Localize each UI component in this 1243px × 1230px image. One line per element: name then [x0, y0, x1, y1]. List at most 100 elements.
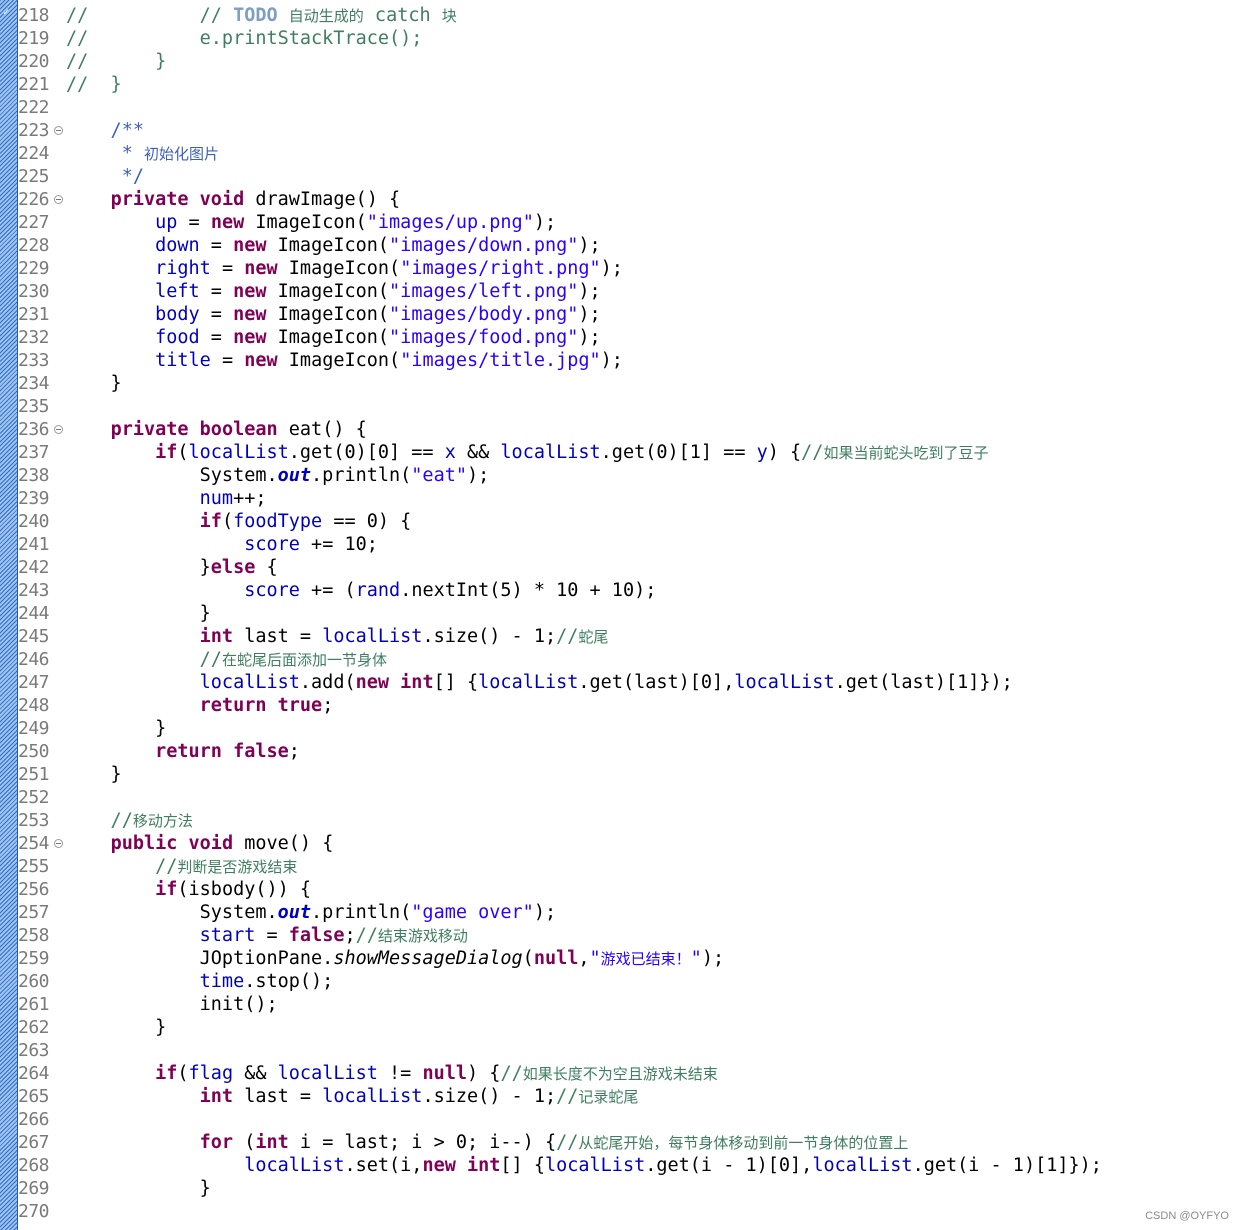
code-line[interactable]: 261 init();	[18, 993, 1243, 1016]
code-line[interactable]: 248 return true;	[18, 694, 1243, 717]
code-line[interactable]: 254 public void move() {	[18, 832, 1243, 855]
code-line[interactable]: 237 if(localList.get(0)[0] == x && local…	[18, 441, 1243, 464]
code-token: new	[233, 327, 267, 348]
code-token: System.	[66, 902, 278, 923]
code-line[interactable]: 241 score += 10;	[18, 533, 1243, 556]
code-line[interactable]: 220 // }	[18, 50, 1243, 73]
code-line[interactable]: 230 left = new ImageIcon("images/left.pn…	[18, 280, 1243, 303]
code-line[interactable]: 223 /**	[18, 119, 1243, 142]
code-line[interactable]: 255 //判断是否游戏结束	[18, 855, 1243, 878]
code-line[interactable]: 249 }	[18, 717, 1243, 740]
code-line[interactable]: 234 }	[18, 372, 1243, 395]
code-token: !=	[377, 1063, 423, 1084]
code-line[interactable]: 265 int last = localList.size() - 1;//记录…	[18, 1085, 1243, 1108]
fold-toggle-icon[interactable]	[54, 839, 63, 848]
fold-toggle-icon[interactable]	[54, 195, 63, 204]
line-number: 238	[18, 465, 50, 486]
line-number: 219	[18, 28, 50, 49]
code-token: if	[155, 1063, 178, 1084]
code-line[interactable]: 231 body = new ImageIcon("images/body.pn…	[18, 303, 1243, 326]
code-token: }	[66, 1017, 167, 1038]
code-line[interactable]: 222	[18, 96, 1243, 119]
code-line[interactable]: 221 // }	[18, 73, 1243, 96]
code-line[interactable]: 224 * 初始化图片	[18, 142, 1243, 165]
code-line[interactable]: 246 //在蛇尾后面添加一节身体	[18, 648, 1243, 671]
code-token: );	[533, 212, 557, 233]
code-line[interactable]: 247 localList.add(new int[] {localList.g…	[18, 671, 1243, 694]
code-line[interactable]: 260 time.stop();	[18, 970, 1243, 993]
code-line[interactable]: 219 // e.printStackTrace();	[18, 27, 1243, 50]
code-token: localList	[544, 1155, 646, 1176]
overview-ruler[interactable]: ✓	[0, 0, 18, 1230]
code-line[interactable]: 251 }	[18, 763, 1243, 786]
code-editor[interactable]: ✓ 218 // // TODO 自动生成的 catch 块 219 // e.pri…	[0, 0, 1243, 1230]
code-line[interactable]: 269 }	[18, 1177, 1243, 1200]
code-token: =	[199, 304, 234, 325]
code-line[interactable]: 262 }	[18, 1016, 1243, 1039]
code-token: localList	[322, 1086, 423, 1107]
code-token: .add(	[299, 672, 356, 693]
code-line[interactable]: 263	[18, 1039, 1243, 1062]
code-line[interactable]: 259 JOptionPane.showMessageDialog(null,"…	[18, 947, 1243, 970]
code-token: food	[155, 327, 200, 348]
code-line[interactable]: 268 localList.set(i,new int[] {localList…	[18, 1154, 1243, 1177]
code-line[interactable]: 225 */	[18, 165, 1243, 188]
code-token: "images/body.png"	[389, 304, 579, 325]
fold-toggle-icon[interactable]	[54, 126, 63, 135]
code-line[interactable]: 253 //移动方法	[18, 809, 1243, 832]
code-token: ;	[288, 741, 300, 762]
code-token: "	[589, 948, 601, 969]
code-line[interactable]: 267 for (int i = last; i > 0; i--) {//从蛇…	[18, 1131, 1243, 1154]
code-token: 记录蛇尾	[578, 1088, 639, 1106]
code-token: if	[199, 511, 222, 532]
code-line[interactable]: 258 start = false;//结束游戏移动	[18, 924, 1243, 947]
line-number: 253	[18, 810, 50, 831]
code-text: if(localList.get(0)[0] == x && localList…	[66, 441, 988, 465]
code-token: localList	[188, 442, 289, 463]
code-token: "images/up.png"	[366, 212, 534, 233]
code-token: 游戏已结束！	[600, 950, 691, 968]
code-line[interactable]: 264 if(flag && localList != null) {//如果长…	[18, 1062, 1243, 1085]
code-token: boolean	[199, 419, 278, 440]
code-line[interactable]: 236 private boolean eat() {	[18, 418, 1243, 441]
code-line[interactable]: 257 System.out.println("game over");	[18, 901, 1243, 924]
code-line[interactable]: 239 num++;	[18, 487, 1243, 510]
code-token: += (	[299, 580, 356, 601]
code-line[interactable]: 266	[18, 1108, 1243, 1131]
fold-toggle-icon[interactable]	[54, 425, 63, 434]
code-line[interactable]: 243 score += (rand.nextInt(5) * 10 + 10)…	[18, 579, 1243, 602]
line-number: 245	[18, 626, 50, 647]
code-line[interactable]: 218 // // TODO 自动生成的 catch 块	[18, 4, 1243, 27]
code-line[interactable]: 270	[18, 1200, 1243, 1223]
code-text: score += 10;	[66, 533, 378, 556]
code-line[interactable]: 232 food = new ImageIcon("images/food.pn…	[18, 326, 1243, 349]
code-line[interactable]: 244 }	[18, 602, 1243, 625]
code-token: move() {	[233, 833, 334, 854]
code-line[interactable]: 233 title = new ImageIcon("images/title.…	[18, 349, 1243, 372]
code-line[interactable]: 229 right = new ImageIcon("images/right.…	[18, 257, 1243, 280]
code-line[interactable]: 238 System.out.println("eat");	[18, 464, 1243, 487]
code-line[interactable]: 250 return false;	[18, 740, 1243, 763]
code-line[interactable]: 240 if(foodType == 0) {	[18, 510, 1243, 533]
code-line[interactable]: 226 private void drawImage() {	[18, 188, 1243, 211]
code-token: }	[66, 1178, 211, 1199]
code-line[interactable]: 256 if(isbody()) {	[18, 878, 1243, 901]
code-line[interactable]: 227 up = new ImageIcon("images/up.png");	[18, 211, 1243, 234]
line-number: 240	[18, 511, 50, 532]
code-token: .get(0)[1] ==	[600, 442, 757, 463]
code-token: localList	[812, 1155, 913, 1176]
code-line[interactable]: 235	[18, 395, 1243, 418]
code-text: }	[66, 1016, 166, 1039]
code-line[interactable]: 242 }else {	[18, 556, 1243, 579]
code-line[interactable]: 245 int last = localList.size() - 1;//蛇尾	[18, 625, 1243, 648]
line-number: 239	[18, 488, 50, 509]
code-line[interactable]: 228 down = new ImageIcon("images/down.pn…	[18, 234, 1243, 257]
code-line[interactable]: 252	[18, 786, 1243, 809]
code-token: ++;	[233, 488, 267, 509]
code-token: "images/down.png"	[389, 235, 579, 256]
